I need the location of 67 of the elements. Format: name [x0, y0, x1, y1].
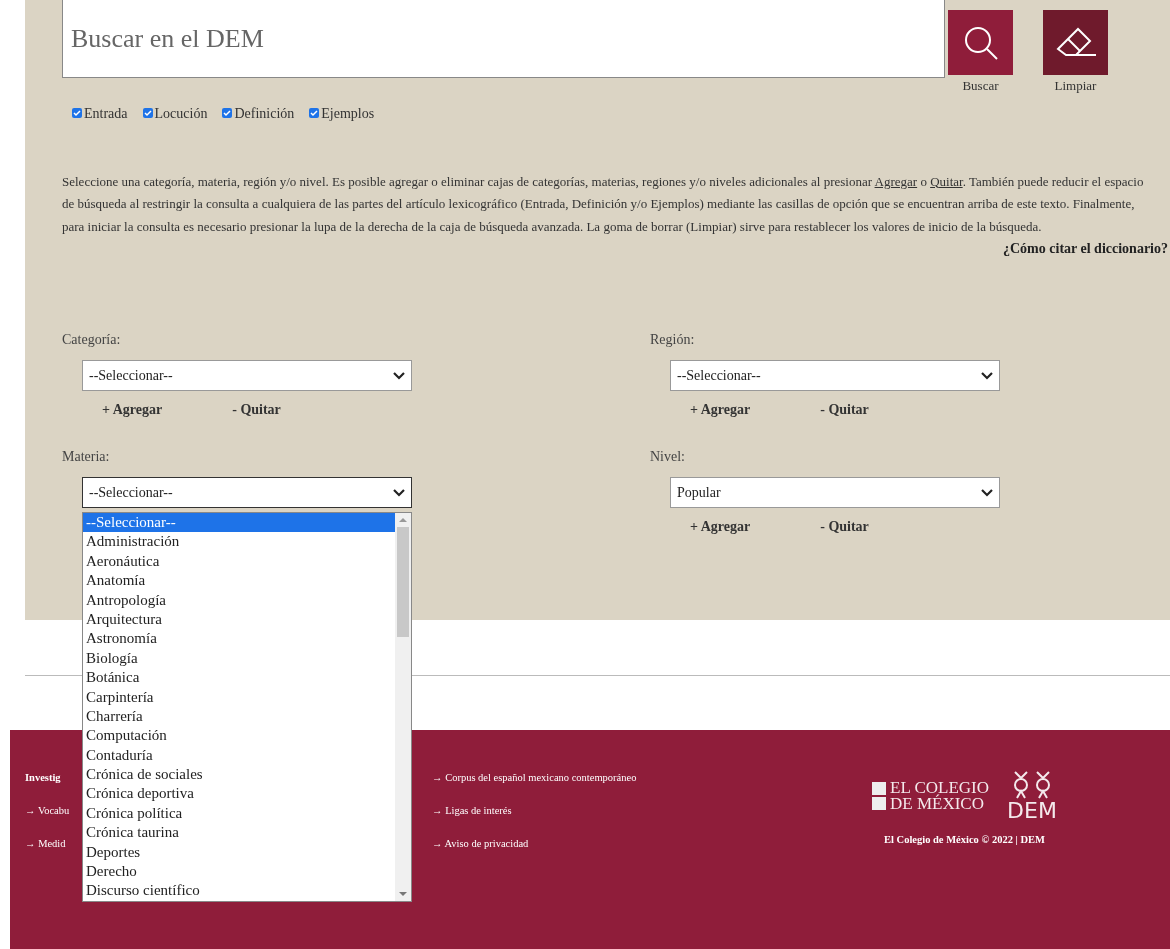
field-label: Categoría: — [62, 331, 122, 349]
checkbox[interactable] — [142, 108, 153, 118]
footer-heading: Investig — [25, 771, 61, 785]
logo-mark-icon — [872, 782, 886, 810]
copyright-text: El Colegio de México © 2022 | DEM — [884, 833, 1045, 847]
chevron-down-icon — [393, 371, 405, 380]
button-label: Buscar — [962, 77, 999, 95]
add-link[interactable]: + Agregar — [690, 399, 751, 420]
cite-link[interactable]: ¿Cómo citar el diccionario? — [1003, 238, 1168, 259]
dropdown-option[interactable]: Antropología — [83, 590, 395, 610]
chevron-down-icon — [981, 371, 993, 380]
footer-link[interactable]: → Corpus del español mexicano contemporáneo — [432, 770, 872, 786]
remove-link[interactable]: - Quitar — [820, 399, 869, 420]
button-label: Limpiar — [1054, 77, 1097, 95]
field-label: Nivel: — [650, 448, 686, 466]
instructions-text: Seleccione una categoría, materia, región y/o nivel. Es posible agregar o eliminar cajas de categorías, materias, regiones y/o niveles adicionales al presionar Agregar o Quitar. También puede reducir el espacio de búsqueda al restringir la consulta a cualquiera de las partes del artículo lexicográfico (Entrada, Definición y/o Ejemplos) mediante las casillas de opción que se encuentran arriba de este texto. Finalmente, para iniciar la consulta es necesario presionar la lupa de la derecha de la caja de búsqueda avanzada. La goma de borrar (Limpiar) sirve para restablecer los valores de inicio de la búsqueda. — [62, 172, 1145, 236]
checkbox-label: Ejemplos — [321, 104, 375, 123]
dropdown-option[interactable]: Botánica — [83, 668, 395, 688]
text-link[interactable]: Agregar — [874, 173, 918, 189]
dropdown-option[interactable]: --Seleccionar-- — [83, 513, 395, 533]
scrollbar[interactable] — [395, 513, 411, 901]
text-link[interactable]: Quitar — [930, 173, 963, 189]
checkbox[interactable] — [222, 108, 233, 118]
select-field[interactable]: --Seleccionar-- — [670, 360, 1000, 391]
brand-logo-text: DEM — [1007, 800, 1057, 822]
institution-logo-text: EL COLEGIO DE MÉXICO — [890, 780, 989, 812]
field-label: Materia: — [62, 448, 111, 466]
dropdown-option[interactable]: Computación — [83, 726, 395, 746]
dropdown-option[interactable]: Astronomía — [83, 629, 395, 649]
dropdown-option[interactable]: Biología — [83, 648, 395, 669]
dropdown-option[interactable]: Charrería — [83, 706, 395, 727]
select-field[interactable]: Popular — [670, 477, 1000, 508]
dropdown-option[interactable]: Discurso científico — [83, 881, 395, 901]
clear-button[interactable] — [1043, 10, 1108, 75]
footer-link[interactable]: → Aviso de privacidad — [432, 835, 872, 852]
footer-link[interactable]: → Medid — [25, 835, 66, 852]
remove-link[interactable]: - Quitar — [232, 399, 281, 420]
search-field[interactable]: Buscar en el DEM — [62, 0, 945, 78]
dropdown-option[interactable]: Contaduría — [83, 745, 395, 766]
dropdown-option[interactable]: Carpintería — [83, 687, 395, 707]
scrollbar-thumb[interactable] — [397, 527, 409, 637]
checkbox-label: Definición — [234, 104, 295, 123]
dropdown-option[interactable]: Derecho — [83, 862, 395, 882]
dropdown-option[interactable]: Arquitectura — [83, 609, 395, 630]
remove-link[interactable]: - Quitar — [820, 516, 869, 537]
dropdown-option[interactable]: Anatomía — [83, 571, 395, 591]
dropdown-option[interactable]: Crónica taurina — [83, 823, 395, 843]
field-label: Región: — [650, 331, 696, 349]
dropdown-option[interactable]: Aeronáutica — [83, 551, 395, 572]
checkbox-label: Locución — [154, 104, 208, 123]
select-field[interactable]: --Seleccionar-- — [82, 477, 412, 508]
checkbox[interactable] — [72, 108, 82, 118]
chevron-down-icon — [393, 488, 405, 497]
footer-link[interactable]: → Ligas de interés — [432, 802, 872, 819]
dropdown-option[interactable]: Deportes — [83, 842, 395, 863]
dropdown-option[interactable]: Administración — [83, 532, 395, 552]
add-link[interactable]: + Agregar — [690, 516, 751, 537]
select-field[interactable]: --Seleccionar-- — [82, 360, 412, 391]
footer-link[interactable]: → Vocabu — [25, 802, 70, 819]
dropdown-option[interactable]: Crónica política — [83, 803, 395, 824]
dropdown-option[interactable]: Crónica deportiva — [83, 784, 395, 804]
search-button[interactable] — [948, 10, 1013, 75]
chevron-down-icon — [981, 488, 993, 497]
dropdown-option[interactable]: Crónica de sociales — [83, 765, 395, 785]
checkbox-label: Entrada — [84, 104, 128, 123]
checkbox[interactable] — [309, 108, 320, 118]
add-link[interactable]: + Agregar — [102, 399, 163, 420]
